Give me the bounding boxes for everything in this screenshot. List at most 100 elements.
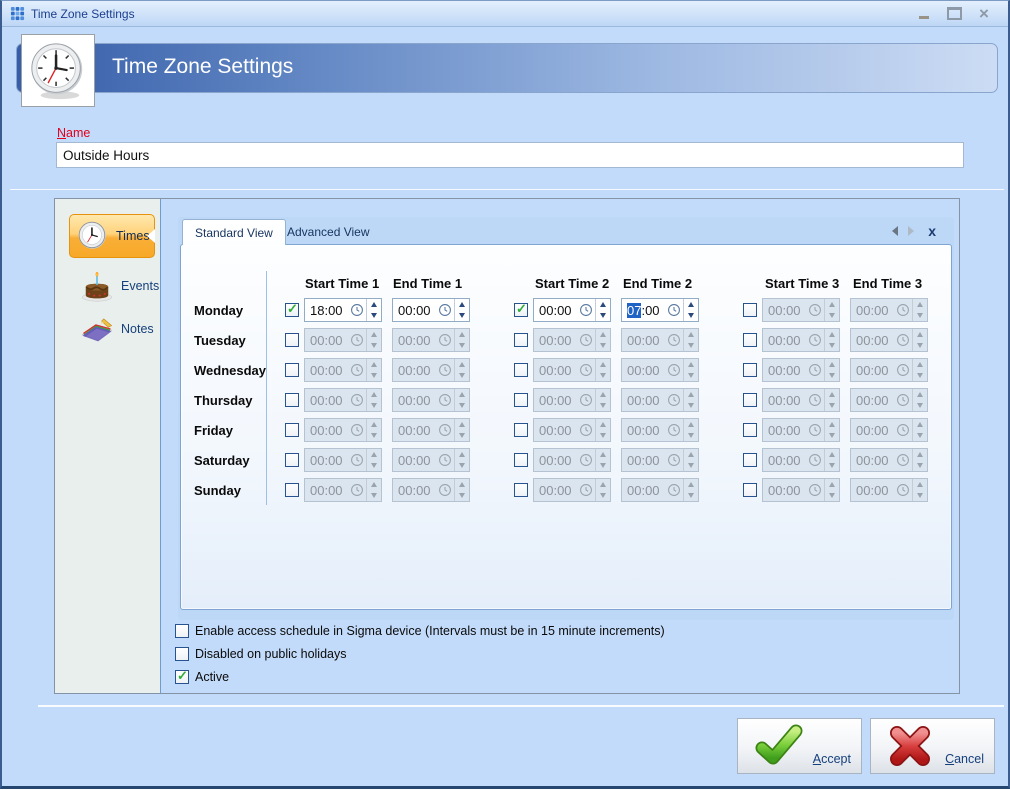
time-spinner[interactable]	[454, 449, 469, 471]
time-spinner[interactable]	[683, 389, 698, 411]
spin-up-icon[interactable]	[913, 479, 927, 490]
slot-enabled-checkbox[interactable]	[743, 333, 757, 347]
spin-down-icon[interactable]	[913, 340, 927, 351]
slot-enabled-checkbox[interactable]	[743, 303, 757, 317]
spin-down-icon[interactable]	[913, 430, 927, 441]
spin-down-icon[interactable]	[825, 370, 839, 381]
checkbox[interactable]	[175, 647, 189, 661]
time-spinner[interactable]	[595, 479, 610, 501]
spin-down-icon[interactable]	[367, 310, 381, 321]
time-spinner[interactable]	[454, 359, 469, 381]
spin-up-icon[interactable]	[825, 449, 839, 460]
option-disabled-public-holidays[interactable]: Disabled on public holidays	[175, 647, 665, 661]
end-time-picker[interactable]: 00:00	[392, 388, 470, 412]
spin-up-icon[interactable]	[367, 299, 381, 310]
time-spinner[interactable]	[912, 299, 927, 321]
time-spinner[interactable]	[824, 449, 839, 471]
tab-advanced-view[interactable]: Advanced View	[275, 219, 382, 244]
time-spinner[interactable]	[683, 359, 698, 381]
spin-down-icon[interactable]	[825, 340, 839, 351]
spin-up-icon[interactable]	[596, 329, 610, 340]
end-time-picker[interactable]: 00:00	[850, 388, 928, 412]
time-spinner[interactable]	[683, 449, 698, 471]
spin-down-icon[interactable]	[596, 340, 610, 351]
start-time-picker[interactable]: 00:00	[304, 478, 382, 502]
spin-down-icon[interactable]	[596, 400, 610, 411]
slot-enabled-checkbox[interactable]	[514, 363, 528, 377]
spin-up-icon[interactable]	[596, 419, 610, 430]
slot-enabled-checkbox[interactable]	[285, 453, 299, 467]
spin-up-icon[interactable]	[684, 389, 698, 400]
time-spinner[interactable]	[824, 389, 839, 411]
spin-up-icon[interactable]	[596, 299, 610, 310]
spin-up-icon[interactable]	[367, 449, 381, 460]
start-time-picker[interactable]: 00:00	[304, 328, 382, 352]
slot-enabled-checkbox[interactable]	[514, 333, 528, 347]
slot-enabled-checkbox[interactable]	[285, 301, 299, 317]
spin-down-icon[interactable]	[455, 310, 469, 321]
spin-down-icon[interactable]	[684, 430, 698, 441]
time-spinner[interactable]	[366, 299, 381, 321]
start-time-picker[interactable]: 00:00	[533, 358, 611, 382]
time-spinner[interactable]	[454, 299, 469, 321]
time-spinner[interactable]	[824, 359, 839, 381]
spin-down-icon[interactable]	[913, 490, 927, 501]
spin-up-icon[interactable]	[367, 419, 381, 430]
spin-down-icon[interactable]	[684, 490, 698, 501]
end-time-picker[interactable]: 07:00	[621, 298, 699, 322]
spin-up-icon[interactable]	[455, 299, 469, 310]
start-time-picker[interactable]: 00:00	[304, 388, 382, 412]
slot-enabled-checkbox[interactable]	[743, 393, 757, 407]
time-spinner[interactable]	[824, 299, 839, 321]
spin-up-icon[interactable]	[596, 389, 610, 400]
spin-down-icon[interactable]	[825, 460, 839, 471]
spin-down-icon[interactable]	[596, 490, 610, 501]
start-time-picker[interactable]: 00:00	[304, 448, 382, 472]
end-time-picker[interactable]: 00:00	[392, 448, 470, 472]
cancel-button[interactable]: Cancel	[870, 718, 995, 774]
start-time-picker[interactable]: 00:00	[533, 418, 611, 442]
spin-up-icon[interactable]	[367, 479, 381, 490]
spin-down-icon[interactable]	[684, 400, 698, 411]
spin-up-icon[interactable]	[596, 479, 610, 490]
slot-enabled-checkbox[interactable]	[514, 483, 528, 497]
slot-enabled-checkbox[interactable]	[285, 483, 299, 497]
start-time-picker[interactable]: 00:00	[762, 478, 840, 502]
spin-up-icon[interactable]	[596, 449, 610, 460]
spin-down-icon[interactable]	[825, 430, 839, 441]
spin-up-icon[interactable]	[455, 449, 469, 460]
spin-up-icon[interactable]	[684, 359, 698, 370]
end-time-picker[interactable]: 00:00	[621, 448, 699, 472]
sidebar-item-notes[interactable]: Notes	[79, 315, 154, 343]
start-time-picker[interactable]: 00:00	[762, 388, 840, 412]
time-spinner[interactable]	[912, 449, 927, 471]
slot-enabled-checkbox[interactable]	[514, 423, 528, 437]
spin-down-icon[interactable]	[913, 400, 927, 411]
start-time-picker[interactable]: 00:00	[762, 448, 840, 472]
end-time-picker[interactable]: 00:00	[850, 358, 928, 382]
spin-down-icon[interactable]	[684, 370, 698, 381]
spin-up-icon[interactable]	[913, 329, 927, 340]
end-time-picker[interactable]: 00:00	[850, 478, 928, 502]
spin-down-icon[interactable]	[825, 400, 839, 411]
end-time-picker[interactable]: 00:00	[392, 298, 470, 322]
scroll-left-icon[interactable]	[892, 226, 899, 236]
spin-up-icon[interactable]	[455, 329, 469, 340]
time-spinner[interactable]	[912, 329, 927, 351]
time-spinner[interactable]	[366, 479, 381, 501]
tab-close-icon[interactable]: x	[928, 224, 936, 238]
end-time-picker[interactable]: 00:00	[621, 358, 699, 382]
maximize-button[interactable]	[946, 7, 962, 21]
spin-up-icon[interactable]	[455, 479, 469, 490]
time-spinner[interactable]	[824, 419, 839, 441]
end-time-picker[interactable]: 00:00	[850, 328, 928, 352]
checkbox[interactable]	[175, 624, 189, 638]
spin-down-icon[interactable]	[367, 460, 381, 471]
spin-up-icon[interactable]	[684, 299, 698, 310]
minimize-button[interactable]	[916, 7, 932, 21]
end-time-picker[interactable]: 00:00	[850, 448, 928, 472]
time-spinner[interactable]	[454, 329, 469, 351]
end-time-picker[interactable]: 00:00	[392, 478, 470, 502]
start-time-picker[interactable]: 00:00	[304, 358, 382, 382]
spin-up-icon[interactable]	[913, 299, 927, 310]
